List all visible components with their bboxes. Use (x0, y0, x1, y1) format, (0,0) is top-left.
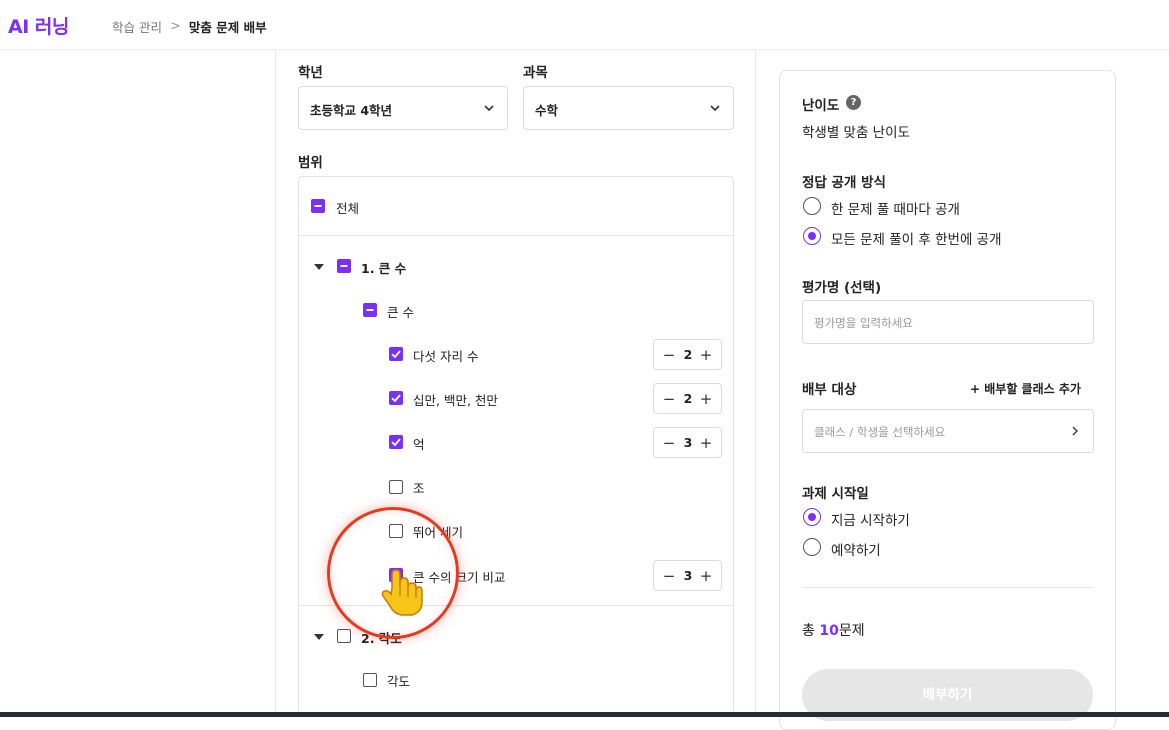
divider (802, 587, 1093, 588)
breadcrumb-separator: > (169, 19, 181, 34)
subject-select-value: 수학 (535, 103, 559, 118)
left-divider (275, 50, 276, 717)
total-suffix: 문제 (838, 623, 865, 639)
quantity-stepper: − 3 + (653, 560, 722, 591)
reveal-option-label[interactable]: 한 문제 풀 때마다 공개 (831, 198, 960, 218)
total-problems: 총 10문제 (802, 620, 865, 640)
subunit-label: 큰 수 (387, 305, 414, 320)
increment-button[interactable]: + (697, 344, 715, 366)
topic-checkbox[interactable] (389, 435, 403, 449)
subunit-label: 각도 (387, 674, 411, 689)
evaluation-name-label: 평가명 (선택) (802, 280, 882, 296)
increment-button[interactable]: + (697, 432, 715, 454)
decrement-button[interactable]: − (660, 344, 678, 366)
increment-button[interactable]: + (697, 565, 715, 587)
reveal-option-radio[interactable] (803, 227, 821, 245)
topic-label: 십만, 백만, 천만 (413, 393, 498, 408)
check-icon (391, 438, 401, 447)
start-option-radio[interactable] (803, 538, 821, 556)
subunit-checkbox[interactable] (363, 673, 377, 687)
reveal-option-label[interactable]: 모든 문제 풀이 후 한번에 공개 (831, 228, 1002, 248)
collapse-triangle-icon[interactable] (314, 264, 324, 270)
subject-label: 과목 (523, 65, 548, 81)
quantity-stepper: − 3 + (653, 427, 722, 458)
app-logo[interactable]: AI 러닝 (8, 12, 69, 39)
check-icon (391, 394, 401, 403)
unit-2-checkbox[interactable] (337, 629, 351, 643)
evaluation-name-placeholder: 평가명을 입력하세요 (814, 316, 913, 330)
difficulty-value: 학생별 맞춤 난이도 (802, 125, 910, 141)
difficulty-label: 난이도 (802, 98, 840, 114)
breadcrumb-learning-management[interactable]: 학습 관리 (112, 17, 162, 36)
topic-checkbox[interactable] (389, 480, 403, 494)
evaluation-name-input[interactable]: 평가명을 입력하세요 (802, 300, 1094, 344)
quantity-value: 2 (683, 347, 693, 362)
minus-icon (314, 205, 322, 207)
distribution-target-label: 배부 대상 (802, 382, 857, 398)
help-icon[interactable]: ? (846, 95, 861, 110)
quantity-value: 2 (683, 391, 693, 406)
target-select-input[interactable]: 클래스 / 학생을 선택하세요 (802, 409, 1094, 453)
grade-label: 학년 (298, 65, 323, 81)
minus-icon (340, 265, 348, 267)
hand-cursor-icon (381, 569, 423, 616)
start-option-label[interactable]: 예약하기 (831, 539, 881, 559)
breadcrumb: 학습 관리 > 맞춤 문제 배부 (112, 17, 267, 36)
start-option-radio[interactable] (803, 508, 821, 526)
total-prefix: 총 (802, 623, 820, 639)
divider (299, 235, 733, 236)
reveal-option-radio[interactable] (803, 197, 821, 215)
topic-label: 다섯 자리 수 (413, 349, 479, 364)
chevron-down-icon (710, 105, 720, 112)
chevron-right-icon (1072, 426, 1079, 436)
total-count: 10 (819, 623, 839, 639)
check-icon (391, 350, 401, 359)
quantity-value: 3 (683, 435, 693, 450)
topic-checkbox[interactable] (389, 391, 403, 405)
topic-label: 억 (413, 437, 425, 452)
middle-divider (755, 50, 756, 717)
select-all-checkbox[interactable] (311, 199, 325, 213)
target-select-placeholder: 클래스 / 학생을 선택하세요 (814, 425, 946, 439)
grade-select-value: 초등학교 4학년 (310, 103, 393, 118)
quantity-stepper: − 2 + (653, 383, 722, 414)
scope-label: 범위 (298, 155, 323, 171)
start-date-label: 과제 시작일 (802, 486, 869, 502)
decrement-button[interactable]: − (660, 388, 678, 410)
increment-button[interactable]: + (697, 388, 715, 410)
subject-select[interactable]: 수학 (523, 86, 734, 130)
reveal-method-label: 정답 공개 방식 (802, 175, 886, 191)
chevron-down-icon (484, 105, 494, 112)
breadcrumb-current: 맞춤 문제 배부 (188, 20, 267, 35)
decrement-button[interactable]: − (660, 565, 678, 587)
topic-label: 조 (413, 481, 425, 496)
add-class-button[interactable]: + 배부할 클래스 추가 (970, 380, 1081, 397)
decrement-button[interactable]: − (660, 432, 678, 454)
subunit-checkbox[interactable] (363, 303, 377, 317)
minus-icon (366, 309, 374, 311)
quantity-value: 3 (683, 568, 693, 583)
unit-1-title: 1. 큰 수 (361, 261, 407, 276)
unit-1-checkbox[interactable] (337, 259, 351, 273)
top-header: AI 러닝 학습 관리 > 맞춤 문제 배부 (0, 0, 1169, 50)
quantity-stepper: − 2 + (653, 339, 722, 370)
taskbar-strip (0, 712, 1169, 717)
collapse-triangle-icon[interactable] (314, 634, 324, 640)
select-all-label: 전체 (336, 201, 360, 216)
topic-checkbox[interactable] (389, 347, 403, 361)
grade-select[interactable]: 초등학교 4학년 (298, 86, 508, 130)
start-option-label[interactable]: 지금 시작하기 (831, 509, 910, 529)
